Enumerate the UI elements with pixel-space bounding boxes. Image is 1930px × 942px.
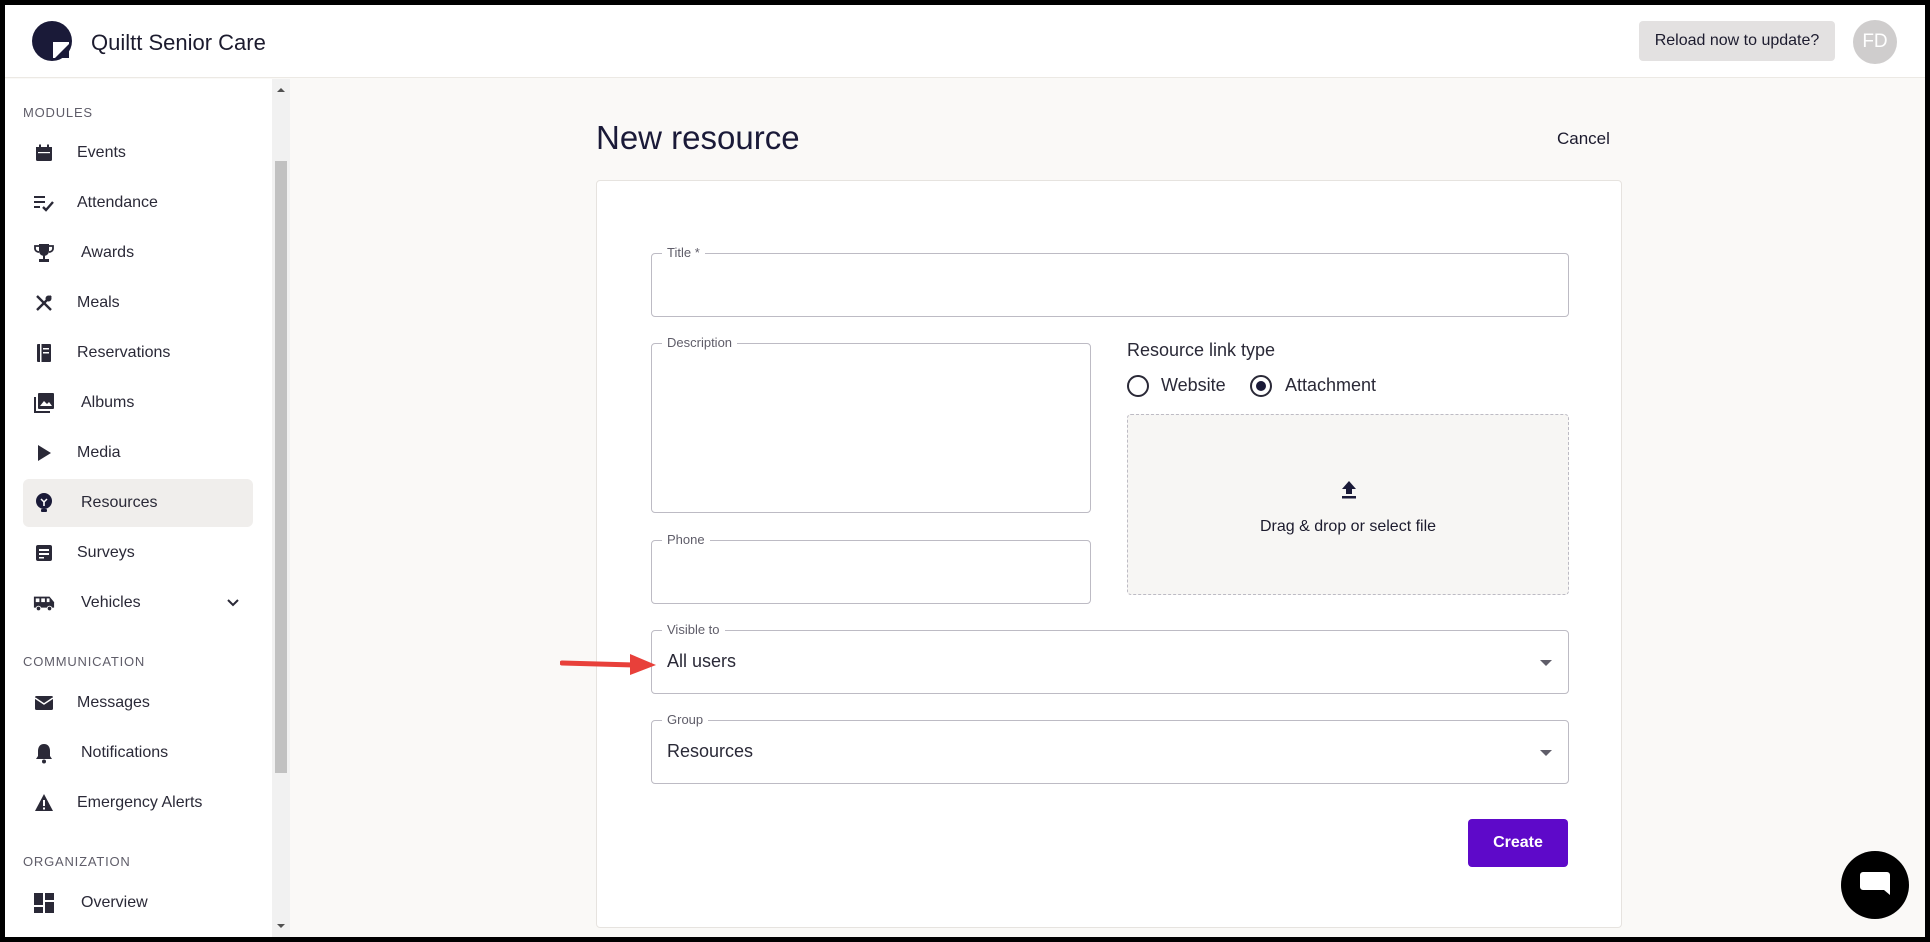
- sidebar-item-label: Messages: [77, 694, 150, 711]
- sidebar-item-label: Awards: [81, 244, 135, 261]
- sidebar-item-label: Meals: [77, 294, 120, 311]
- warning-icon: [33, 792, 55, 814]
- cancel-button[interactable]: Cancel: [1557, 129, 1610, 149]
- dashboard-icon: [33, 892, 55, 914]
- description-field[interactable]: Description: [651, 335, 1091, 513]
- sidebar: MODULES Events Attendance Awards Meals R…: [5, 79, 272, 937]
- app-window: Quiltt Senior Care Reload now to update?…: [5, 5, 1925, 937]
- sidebar-item-resources[interactable]: Resources: [23, 479, 253, 527]
- app-title: Quiltt Senior Care: [91, 30, 266, 55]
- mail-icon: [33, 692, 55, 714]
- bell-icon: [33, 742, 55, 764]
- visible-to-value: All users: [667, 651, 737, 671]
- annotation-arrow-icon: [560, 654, 656, 675]
- sidebar-item-label: Attendance: [77, 194, 158, 211]
- chat-widget-button[interactable]: [1841, 851, 1909, 919]
- sidebar-item-surveys[interactable]: Surveys: [23, 529, 253, 577]
- sidebar-item-label: Surveys: [77, 544, 135, 561]
- visible-to-select[interactable]: Visible to All users: [651, 622, 1569, 694]
- title-field[interactable]: Title *: [651, 245, 1569, 317]
- scroll-up-arrow-icon[interactable]: [276, 85, 286, 95]
- group-value: Resources: [667, 741, 754, 761]
- website-radio-label[interactable]: Website: [1161, 375, 1226, 396]
- reload-update-button[interactable]: Reload now to update?: [1639, 21, 1835, 61]
- sidebar-item-messages[interactable]: Messages: [23, 679, 253, 727]
- group-select[interactable]: Group Resources: [651, 712, 1569, 784]
- file-dropzone[interactable]: Drag & drop or select file: [1127, 414, 1569, 595]
- scroll-down-arrow-icon[interactable]: [276, 921, 286, 931]
- chat-icon: [1860, 872, 1890, 895]
- quiltt-logo-icon: [32, 21, 72, 61]
- sidebar-item-emergency-alerts[interactable]: Emergency Alerts: [23, 779, 253, 827]
- attachment-radio[interactable]: [1250, 375, 1272, 397]
- play-icon: [33, 442, 55, 464]
- sidebar-item-label: Overview: [81, 894, 148, 911]
- dropdown-arrow-icon[interactable]: [1540, 660, 1552, 666]
- sidebar-item-meals[interactable]: Meals: [23, 279, 253, 327]
- checklist-icon: [33, 192, 55, 214]
- dropdown-arrow-icon[interactable]: [1540, 750, 1552, 756]
- sidebar-scrollbar[interactable]: [272, 79, 290, 937]
- sidebar-item-albums[interactable]: Albums: [23, 379, 253, 427]
- create-button[interactable]: Create: [1468, 819, 1568, 867]
- title-field-label: Title *: [662, 245, 705, 260]
- sidebar-section-communication: COMMUNICATION: [23, 654, 146, 669]
- sidebar-item-label: Notifications: [81, 744, 169, 761]
- sidebar-section-modules: MODULES: [23, 105, 93, 120]
- group-label: Group: [662, 712, 709, 727]
- sidebar-item-vehicles[interactable]: Vehicles: [23, 579, 253, 627]
- page-title: New resource: [596, 119, 800, 156]
- sidebar-item-attendance[interactable]: Attendance: [23, 179, 253, 227]
- utensils-icon: [33, 292, 55, 314]
- sidebar-section-organization: ORGANIZATION: [23, 854, 131, 869]
- survey-icon: [33, 542, 55, 564]
- top-header: Quiltt Senior Care Reload now to update?…: [5, 5, 1925, 78]
- sidebar-item-label: Vehicles: [81, 594, 141, 611]
- sidebar-item-reservations[interactable]: Reservations: [23, 329, 253, 377]
- website-radio[interactable]: [1127, 375, 1149, 397]
- attachment-radio-label[interactable]: Attachment: [1285, 375, 1376, 396]
- chevron-down-icon[interactable]: [223, 593, 243, 613]
- sidebar-item-overview[interactable]: Overview: [23, 879, 253, 927]
- sidebar-item-media[interactable]: Media: [23, 429, 253, 477]
- sidebar-item-label: Resources: [81, 494, 158, 511]
- sidebar-item-label: Media: [77, 444, 121, 461]
- photo-library-icon: [33, 392, 55, 414]
- sidebar-item-label: Reservations: [77, 344, 171, 361]
- description-field-label: Description: [662, 335, 738, 350]
- trophy-icon: [33, 242, 55, 264]
- dropzone-text: Drag & drop or select file: [1259, 518, 1437, 535]
- book-icon: [33, 342, 55, 364]
- sidebar-item-events[interactable]: Events: [23, 129, 253, 177]
- sidebar-item-notifications[interactable]: Notifications: [23, 729, 253, 777]
- sidebar-item-awards[interactable]: Awards: [23, 229, 253, 277]
- user-avatar[interactable]: FD: [1853, 20, 1897, 64]
- visible-to-label: Visible to: [662, 622, 725, 637]
- bus-icon: [33, 592, 55, 614]
- calendar-icon: [33, 142, 55, 164]
- sidebar-item-label: Albums: [81, 394, 135, 411]
- upload-icon: [1342, 481, 1356, 499]
- sidebar-item-label: Events: [77, 144, 126, 161]
- phone-field-label: Phone: [662, 532, 710, 547]
- scrollbar-thumb[interactable]: [275, 161, 287, 773]
- sidebar-item-label: Emergency Alerts: [77, 794, 203, 811]
- phone-field[interactable]: Phone: [651, 532, 1091, 604]
- resource-link-type-label: Resource link type: [1127, 340, 1276, 360]
- lightbulb-icon: [33, 492, 55, 514]
